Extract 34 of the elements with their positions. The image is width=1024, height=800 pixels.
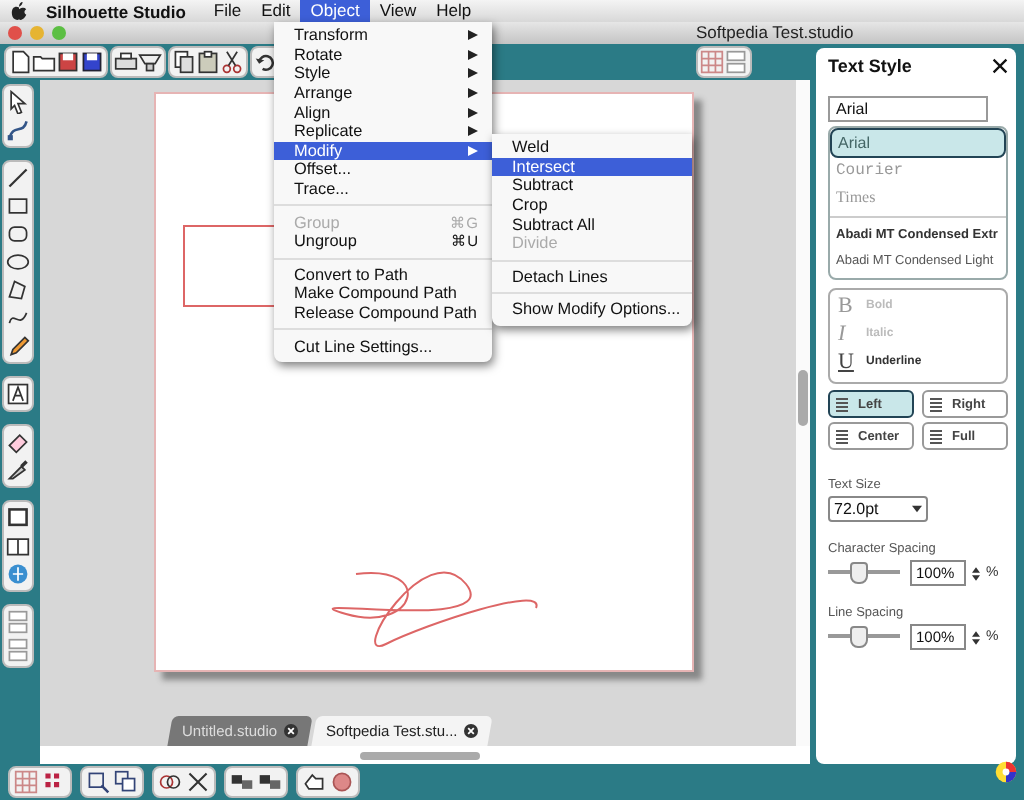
menu-title[interactable]: Object <box>300 0 370 22</box>
menu-item[interactable]: Detach Lines <box>492 267 692 287</box>
menu-title[interactable]: View <box>369 0 427 22</box>
menu-item[interactable]: Make Compound Path <box>274 284 492 304</box>
style-glyph: B <box>838 294 854 318</box>
menu-item[interactable]: Trace... <box>274 179 492 199</box>
font-option[interactable]: Arial <box>830 128 1006 158</box>
menu-item[interactable]: Arrange <box>274 83 492 103</box>
menu-item[interactable]: Transform <box>274 26 492 46</box>
style-glyph: U <box>838 350 854 374</box>
style-glyph: I <box>838 322 848 346</box>
menu-item[interactable]: Intersect <box>492 157 692 177</box>
menu-item[interactable]: Weld <box>492 138 692 158</box>
menu-title[interactable]: File <box>203 0 252 22</box>
font-field[interactable]: Arial <box>828 96 988 122</box>
menu-item[interactable]: Show Modify Options... <box>492 300 692 320</box>
menu-item[interactable]: Crop <box>492 195 692 215</box>
menu-item[interactable]: Subtract <box>492 176 692 196</box>
menu-item[interactable]: Release Compound Path <box>274 303 492 323</box>
text-size-dropdown[interactable]: 72.0pt <box>828 496 928 522</box>
menu-item[interactable]: Cut Line Settings... <box>274 336 492 356</box>
menu-item[interactable]: Modify <box>274 141 492 161</box>
app-name[interactable]: Silhouette Studio <box>46 1 186 21</box>
menu-title[interactable]: Help <box>426 0 482 22</box>
menu-item[interactable]: Replicate <box>274 121 492 142</box>
menu-item[interactable]: Convert to Path <box>274 265 492 285</box>
panel-title: Text Style <box>828 56 912 76</box>
menu-item[interactable]: Rotate <box>274 45 492 65</box>
window-title: Softpedia Test.studio <box>696 22 854 44</box>
menu-title[interactable]: Edit <box>251 0 301 22</box>
menu-item[interactable]: Subtract All <box>492 214 692 234</box>
menu-item[interactable]: Offset... <box>274 160 492 180</box>
menu-item[interactable]: Style <box>274 64 492 84</box>
menu-item[interactable]: Align <box>274 102 492 122</box>
